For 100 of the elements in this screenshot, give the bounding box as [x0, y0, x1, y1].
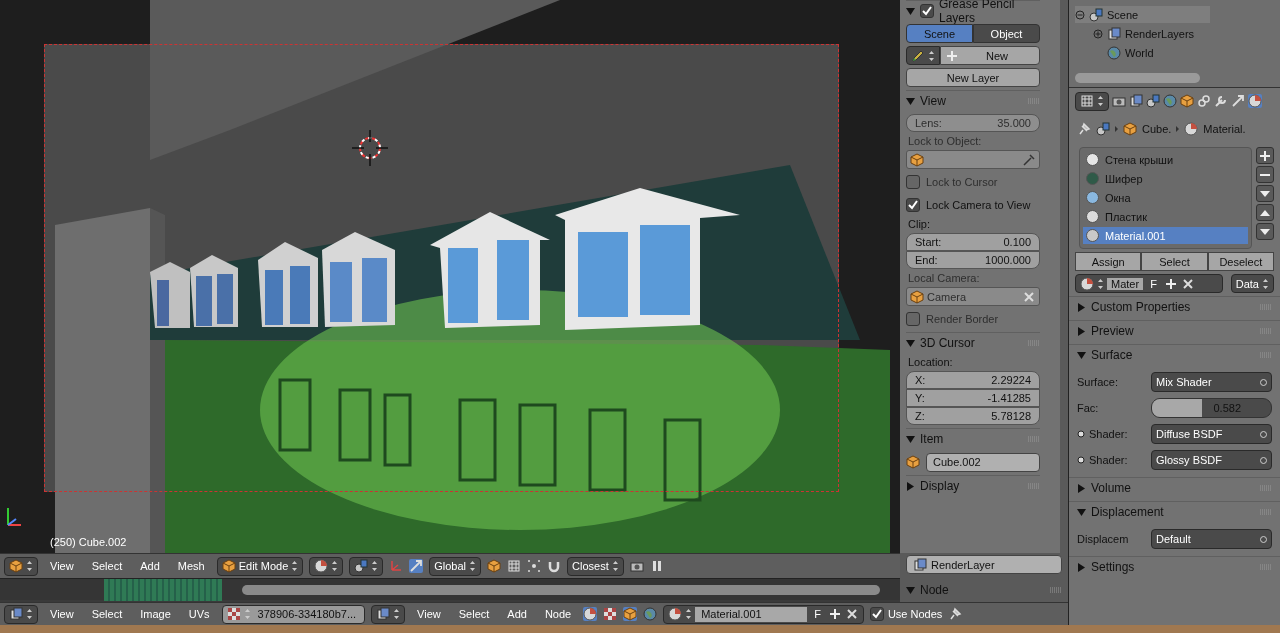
- collapsed-triangle-icon[interactable]: [1077, 562, 1086, 572]
- material-slot[interactable]: Стена крыши: [1083, 151, 1248, 168]
- cube-icon[interactable]: [1180, 94, 1194, 108]
- number-field[interactable]: End: 1000.000: [906, 251, 1040, 269]
- new-button[interactable]: New: [940, 46, 1040, 65]
- menu-item[interactable]: Select: [85, 608, 129, 620]
- panel-title[interactable]: Custom Properties: [1091, 300, 1255, 314]
- new-layer-button[interactable]: New Layer: [906, 68, 1040, 87]
- number-field[interactable]: X: 2.29224: [906, 371, 1040, 389]
- panel-title[interactable]: View: [920, 94, 1023, 108]
- action-button[interactable]: Select: [1141, 252, 1208, 271]
- snap-dropdown[interactable]: Closest: [567, 556, 624, 576]
- collapsed-triangle-icon[interactable]: [1077, 302, 1086, 312]
- material-slot[interactable]: Пластик: [1083, 208, 1248, 225]
- drag-grip-icon[interactable]: [1050, 587, 1062, 593]
- menu-item[interactable]: Image: [134, 608, 177, 620]
- pencil-selector[interactable]: [906, 46, 940, 65]
- pivot-dropdown[interactable]: [349, 556, 384, 576]
- socket-icon[interactable]: [1077, 456, 1085, 464]
- wrench-icon[interactable]: [1214, 94, 1228, 108]
- action-button[interactable]: Deselect: [1207, 252, 1274, 271]
- editor-type-selector[interactable]: [4, 556, 38, 576]
- menu-item[interactable]: View: [44, 560, 80, 572]
- texture-icon[interactable]: [603, 607, 618, 621]
- object-icon[interactable]: [623, 607, 638, 621]
- add-icon[interactable]: [1258, 148, 1272, 163]
- panel-title[interactable]: Display: [920, 479, 1023, 493]
- layers-icon[interactable]: [1129, 94, 1143, 108]
- breadcrumb-item[interactable]: Material.: [1203, 123, 1246, 135]
- pin-icon[interactable]: [948, 607, 963, 621]
- material-slot[interactable]: Material.001: [1083, 227, 1248, 244]
- scrollbar[interactable]: [1075, 73, 1200, 83]
- expanded-triangle-icon[interactable]: [906, 585, 915, 595]
- tree-item[interactable]: Scene: [1107, 8, 1139, 21]
- link-dropdown[interactable]: Data: [1230, 274, 1274, 293]
- breadcrumb-item[interactable]: Cube.: [1142, 123, 1172, 135]
- editor-type-selector[interactable]: [1075, 91, 1109, 111]
- material-selector[interactable]: Mater F: [1075, 274, 1223, 293]
- link-icon[interactable]: [1197, 94, 1211, 108]
- menu-item[interactable]: Mesh: [171, 560, 211, 572]
- expanded-triangle-icon[interactable]: [906, 96, 915, 106]
- render-layer-field[interactable]: RenderLayer: [906, 555, 1062, 574]
- pin-icon[interactable]: [1077, 122, 1091, 136]
- panel-title[interactable]: Grease Pencil Layers: [939, 0, 1040, 25]
- menu-item[interactable]: Add: [501, 608, 533, 620]
- arrow-icon[interactable]: [1231, 94, 1245, 108]
- shader-dropdown[interactable]: Default: [1151, 529, 1272, 549]
- editor-type-selector[interactable]: [4, 604, 38, 624]
- expanded-triangle-icon[interactable]: [906, 338, 915, 348]
- material-slot[interactable]: Шифер: [1083, 170, 1248, 187]
- panel-title[interactable]: Surface: [1091, 348, 1255, 362]
- menu-item[interactable]: View: [411, 608, 447, 620]
- number-field[interactable]: Y: -1.41285: [906, 389, 1040, 407]
- image-selector[interactable]: 378906-334180b7...: [221, 604, 366, 624]
- material-icon[interactable]: [1248, 94, 1262, 108]
- mode-dropdown[interactable]: Edit Mode: [216, 556, 304, 576]
- material-slot[interactable]: Окна: [1083, 189, 1248, 206]
- collapsed-triangle-icon[interactable]: [1077, 326, 1086, 336]
- checkbox-label[interactable]: Use Nodes: [887, 608, 943, 620]
- panel-title[interactable]: 3D Cursor: [920, 336, 1023, 350]
- tab[interactable]: Scene: [906, 24, 973, 43]
- magnet-icon[interactable]: [547, 559, 562, 573]
- dots-icon[interactable]: [527, 559, 542, 573]
- expanded-triangle-icon[interactable]: [1077, 350, 1086, 360]
- expanded-triangle-icon[interactable]: [906, 434, 915, 444]
- action-button[interactable]: Assign: [1075, 252, 1142, 271]
- grid-icon[interactable]: [507, 559, 522, 573]
- menu-item[interactable]: Node: [538, 608, 578, 620]
- panel-title[interactable]: Volume: [1091, 481, 1255, 495]
- 3d-cursor-icon[interactable]: [350, 128, 390, 168]
- collapsed-triangle-icon[interactable]: [1077, 483, 1086, 493]
- shading-dropdown[interactable]: [309, 556, 344, 576]
- name-field[interactable]: Cube.002: [926, 452, 1040, 472]
- menu-item[interactable]: Select: [452, 608, 496, 620]
- orientation-dropdown[interactable]: Global: [429, 556, 482, 576]
- collapsed-triangle-icon[interactable]: [906, 481, 915, 491]
- checkbox-label[interactable]: Lock Camera to View: [926, 199, 1031, 211]
- tree-item[interactable]: World: [1125, 46, 1154, 59]
- expanded-triangle-icon[interactable]: [906, 6, 915, 16]
- world-icon[interactable]: [643, 607, 658, 621]
- socket-icon[interactable]: [1077, 430, 1085, 438]
- checkbox[interactable]: [906, 198, 920, 212]
- panel-title[interactable]: Preview: [1091, 324, 1255, 338]
- shader-dropdown[interactable]: Diffuse BSDF: [1151, 424, 1272, 444]
- editor-type-selector[interactable]: [371, 604, 406, 624]
- shader-dropdown[interactable]: Mix Shader: [1151, 372, 1272, 392]
- camera-icon[interactable]: [629, 559, 644, 573]
- material-icon[interactable]: [583, 607, 598, 621]
- collapse-icon[interactable]: [1075, 9, 1085, 20]
- menu-item[interactable]: Select: [85, 560, 129, 572]
- shader-dropdown[interactable]: Glossy BSDF: [1151, 450, 1272, 470]
- number-field[interactable]: Start: 0.100: [906, 233, 1040, 251]
- material-selector[interactable]: Material.001 F: [663, 604, 864, 624]
- expanded-triangle-icon[interactable]: [1077, 507, 1086, 517]
- menu-item[interactable]: Add: [134, 560, 166, 572]
- panel-title[interactable]: Item: [920, 432, 1023, 446]
- camera-icon[interactable]: [1112, 94, 1126, 108]
- number-field[interactable]: Z: 5.78128: [906, 407, 1040, 425]
- tree-item[interactable]: RenderLayers: [1125, 27, 1195, 40]
- tab[interactable]: Object: [973, 24, 1040, 43]
